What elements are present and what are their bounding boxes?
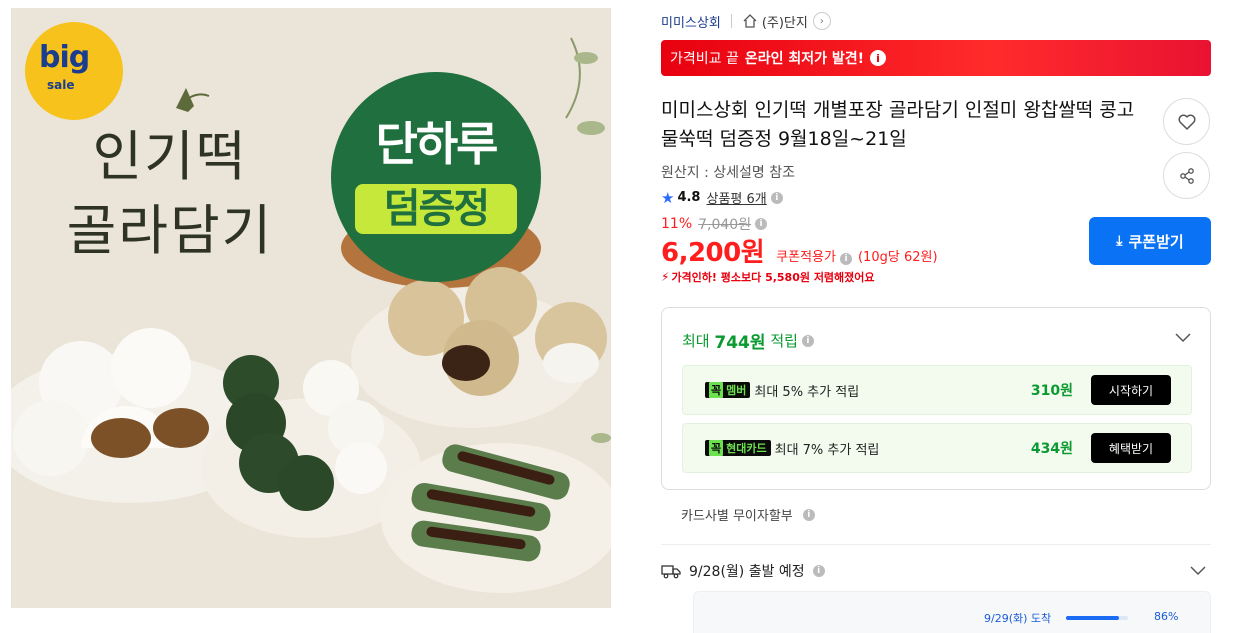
- points-header[interactable]: 최대 744원 적립 i: [682, 328, 814, 353]
- info-icon[interactable]: i: [839, 253, 852, 265]
- price-drop-text: 가격인하! 평소보다 5,580원 저렴해졌어요: [671, 271, 875, 284]
- unit-price: (10g당 62원): [857, 250, 938, 265]
- chevron-down-icon[interactable]: [1189, 561, 1207, 579]
- share-button[interactable]: [1163, 152, 1210, 199]
- member-tag: 꼭 멤버: [705, 382, 751, 398]
- product-title: 미미스상회 인기떡 개별포장 골라담기 인절미 왕찹쌀떡 콩고물쑥떡 덤증정 9…: [661, 99, 1135, 150]
- big-sale-badge: big sale: [25, 22, 123, 120]
- points-row-amount: 434원: [1030, 441, 1073, 457]
- installment-info[interactable]: 카드사별 무이자할부 i: [681, 505, 815, 524]
- divider: [661, 544, 1211, 545]
- bolt-icon: ⚡: [661, 270, 670, 284]
- home-icon: [743, 14, 757, 28]
- promo-line1: 단하루: [375, 117, 499, 171]
- product-page: big sale 인기떡 골라담기 단하루 덤증정 미미스상회 (주)단지 › …: [0, 0, 1236, 633]
- coupon-price-label: 쿠폰적용가: [776, 250, 836, 265]
- start-button[interactable]: 시작하기: [1091, 375, 1171, 405]
- discount-row: 11% 7,040원 i: [661, 214, 768, 234]
- reviews-link[interactable]: 상품평 6개: [706, 188, 766, 207]
- delivery-row[interactable]: 9/28(월) 출발 예정 i: [661, 561, 825, 581]
- points-row-text: 최대 5% 추가 적립: [754, 384, 860, 400]
- banner-prefix: 가격비교 끝: [670, 51, 739, 67]
- price-row: 6,200원 쿠폰적용가 i (10g당 62원): [661, 232, 938, 269]
- rating-score: 4.8: [677, 190, 701, 205]
- points-head-amount: 744원: [714, 333, 766, 353]
- sale-price: 6,200원: [661, 238, 765, 268]
- chevron-right-icon[interactable]: ›: [812, 12, 831, 30]
- original-price: 7,040원: [698, 217, 752, 233]
- badge-big-text: big: [39, 40, 90, 75]
- points-head-prefix: 최대: [682, 332, 710, 350]
- points-panel: 최대 744원 적립 i 꼭 멤버 최대 5% 추가 적립 310원 시작하기 꼭…: [661, 307, 1211, 490]
- points-head-suffix: 적립: [770, 332, 798, 350]
- rating-row: ★ 4.8 상품평 6개 i: [661, 188, 783, 207]
- brand-link[interactable]: (주)단지: [762, 12, 808, 31]
- wish-button[interactable]: [1163, 98, 1210, 145]
- card-tag: 꼭 현대카드: [705, 440, 771, 456]
- arrival-progress: [1066, 616, 1128, 620]
- price-drop-note: ⚡ 가격인하! 평소보다 5,580원 저렴해졌어요: [661, 269, 875, 285]
- chevron-down-icon[interactable]: [1174, 328, 1192, 346]
- hero-title-line1: 인기떡: [92, 125, 248, 188]
- info-icon[interactable]: i: [770, 191, 783, 204]
- product-info-panel: 미미스상회 (주)단지 › 가격비교 끝 온라인 최저가 발견! i 미미스상회…: [661, 0, 1211, 633]
- banner-strong: 온라인 최저가 발견!: [744, 51, 865, 67]
- info-icon[interactable]: i: [801, 334, 814, 347]
- hero-title-line2: 골라담기: [66, 199, 274, 262]
- promo-line2: 덤증정: [355, 184, 517, 234]
- lowest-price-banner[interactable]: 가격비교 끝 온라인 최저가 발견! i: [661, 40, 1211, 76]
- coupon-button[interactable]: ⤓ 쿠폰받기: [1089, 217, 1211, 265]
- points-row-text: 최대 7% 추가 적립: [774, 442, 880, 458]
- promo-circle: 단하루 덤증정: [331, 72, 541, 282]
- arrival-progress-fill: [1066, 616, 1120, 620]
- points-row-member: 꼭 멤버 최대 5% 추가 적립 310원 시작하기: [682, 365, 1192, 415]
- arrival-percent: 86%: [1154, 610, 1179, 623]
- coupon-button-label: 쿠폰받기: [1128, 232, 1184, 251]
- info-icon[interactable]: i: [802, 508, 815, 521]
- truck-icon: [661, 565, 681, 579]
- points-row-amount: 310원: [1030, 383, 1073, 399]
- badge-sale-text: sale: [47, 78, 75, 92]
- heart-icon: [1178, 114, 1195, 130]
- origin-info: 원산지 : 상세설명 참조: [661, 165, 795, 181]
- benefit-button[interactable]: 혜택받기: [1091, 433, 1171, 463]
- arrival-estimate: 9/29(화) 도착 86%: [693, 591, 1211, 633]
- product-image[interactable]: big sale 인기떡 골라담기 단하루 덤증정: [11, 8, 611, 608]
- info-icon[interactable]: i: [812, 565, 825, 577]
- share-icon: [1179, 167, 1194, 184]
- info-icon[interactable]: i: [755, 218, 768, 230]
- hero-title: 인기떡 골라담기: [45, 120, 295, 268]
- delivery-text: 9/28(월) 출발 예정: [689, 564, 805, 580]
- star-icon: ★: [661, 188, 675, 207]
- shop-link[interactable]: 미미스상회: [661, 12, 721, 31]
- info-icon[interactable]: i: [870, 50, 887, 66]
- installment-text: 카드사별 무이자할부: [681, 509, 793, 524]
- download-icon: ⤓: [1116, 233, 1123, 249]
- discount-rate: 11%: [661, 216, 693, 232]
- points-row-card: 꼭 현대카드 최대 7% 추가 적립 434원 혜택받기: [682, 423, 1192, 473]
- breadcrumb-divider: [730, 14, 732, 28]
- arrival-date: 9/29(화) 도착: [984, 612, 1052, 625]
- breadcrumb: 미미스상회 (주)단지 ›: [661, 11, 831, 31]
